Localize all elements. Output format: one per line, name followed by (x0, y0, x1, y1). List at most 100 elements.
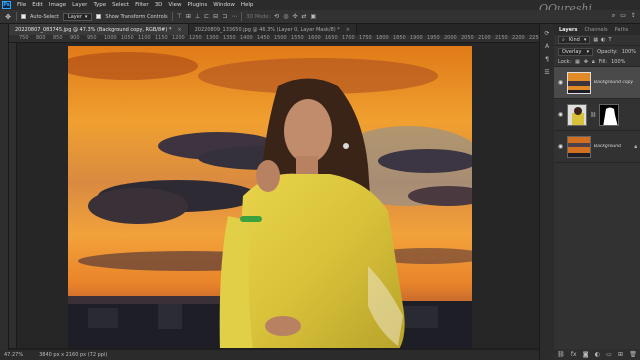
menu-file[interactable]: File (14, 2, 29, 8)
opacity-value[interactable]: 100% (622, 49, 636, 55)
3d-rotate-icon[interactable]: ⟲ (274, 13, 279, 20)
character-icon[interactable]: A (545, 43, 549, 50)
ruler-tick-label: 2250 (529, 35, 539, 41)
ruler-tick-label: 1750 (359, 35, 372, 41)
fill-label: Fill: (598, 58, 608, 65)
ruler-tick-label: 1800 (376, 35, 389, 41)
layer-thumbnail (567, 71, 591, 94)
divider (16, 12, 17, 21)
fx-icon[interactable]: fx (571, 351, 577, 358)
document-tab-inactive[interactable]: 20220809_133650.jpg @ 46.3% (Layer 0, La… (188, 24, 357, 35)
tab-channels[interactable]: Channels (585, 27, 608, 33)
layer-filter-dropdown[interactable]: ⌕ Kind ▾ (558, 36, 591, 44)
menu-type[interactable]: Type (90, 2, 109, 8)
tab-layers[interactable]: Layers (559, 27, 578, 33)
3d-scale-icon[interactable]: ▣ (311, 13, 317, 20)
filter-pixel-icon[interactable]: ▦ (593, 37, 598, 43)
align-middle-icon[interactable]: ⊞ (186, 13, 191, 20)
menu-window[interactable]: Window (210, 2, 238, 8)
align-bottom-icon[interactable]: ⊥ (195, 13, 200, 20)
group-folder-icon[interactable]: ▭ (606, 351, 612, 358)
visibility-eye-icon[interactable]: ◉ (557, 111, 564, 118)
document-image[interactable] (68, 46, 472, 348)
align-top-icon[interactable]: ⊤ (177, 13, 182, 20)
canvas-area[interactable] (17, 43, 539, 348)
tab-paths[interactable]: Paths (615, 27, 629, 33)
horizontal-ruler[interactable]: 750 800 850 900 950 1000 1050 1100 1150 1200 1250 1… (9, 35, 539, 43)
menu-help[interactable]: Help (238, 2, 257, 8)
layer-thumbnail (567, 103, 587, 126)
document-tab-active[interactable]: 20220807_083745.jpg @ 47.3% (Background … (9, 24, 189, 35)
auto-select-target-dropdown[interactable]: Layer ▾ (62, 12, 93, 21)
filter-type-icon[interactable]: T (608, 37, 611, 43)
ruler-tick-label: 1350 (223, 35, 236, 41)
fill-value[interactable]: 100% (611, 59, 625, 65)
lock-pixels-icon[interactable]: ▦ (575, 59, 580, 65)
new-layer-icon[interactable]: ⊞ (618, 351, 623, 358)
menu-view[interactable]: View (165, 2, 184, 8)
ruler-tick-label: 900 (70, 35, 80, 41)
layer-row[interactable]: ◉ ⛓︎ (554, 99, 640, 131)
filter-kind-value: Kind (568, 37, 580, 43)
layer-row[interactable]: ◉ Background copy (554, 67, 640, 99)
history-icon[interactable]: ⟳ (544, 30, 549, 37)
workspace-icon[interactable]: ▭ (620, 12, 626, 20)
add-mask-icon[interactable]: ◙ (583, 351, 589, 358)
layer-row[interactable]: ◉ Background 🔒︎ (554, 131, 640, 163)
chevron-down-icon: ▾ (583, 37, 587, 43)
trash-icon[interactable]: 🗑︎ (629, 351, 637, 358)
align-right-icon[interactable]: ⊐ (222, 13, 227, 20)
auto-select-checkbox[interactable] (21, 14, 26, 19)
chain-link-icon[interactable]: ⛓︎ (590, 112, 596, 118)
visibility-eye-icon[interactable]: ◉ (557, 143, 564, 150)
document-info[interactable]: 3840 px x 2160 px (72 ppi) (39, 352, 107, 358)
filter-adjust-icon[interactable]: ◐ (601, 37, 605, 43)
3d-slide-icon[interactable]: ⇄ (301, 13, 306, 20)
3d-pan-icon[interactable]: ✣ (292, 13, 297, 20)
menu-image[interactable]: Image (46, 2, 69, 8)
link-layers-icon[interactable]: ⛓︎ (557, 351, 565, 358)
blend-mode-value: Overlay (562, 48, 582, 55)
share-icon[interactable]: ⇪ (631, 12, 636, 20)
menu-select[interactable]: Select (109, 2, 132, 8)
3d-roll-icon[interactable]: ◎ (283, 13, 288, 20)
menu-plugins[interactable]: Plugins (184, 2, 210, 8)
chevron-down-icon: ▾ (586, 48, 590, 55)
visibility-eye-icon[interactable]: ◉ (557, 79, 564, 86)
close-icon[interactable]: × (177, 27, 181, 33)
sunset-thumbnail-icon (568, 136, 590, 157)
options-bar: ✥ Auto-Select Layer ▾ Show Transform Con… (0, 10, 640, 24)
menu-filter[interactable]: Filter (132, 2, 152, 8)
close-icon[interactable]: × (346, 27, 350, 33)
paragraph-icon[interactable]: ¶ (545, 56, 549, 63)
ruler-tick-label: 1450 (257, 35, 270, 41)
tools-panel (0, 24, 9, 350)
show-transform-checkbox[interactable] (96, 14, 102, 19)
photoshop-logo-icon[interactable]: Ps (2, 1, 11, 9)
layer-mask-thumbnail[interactable] (599, 103, 620, 126)
layer-thumbnail (567, 135, 591, 158)
move-tool-icon[interactable]: ✥ (4, 13, 12, 21)
layer-name[interactable]: Background copy (594, 80, 633, 85)
adjustment-icon[interactable]: ◐ (595, 351, 600, 358)
ruler-tick-label: 1850 (393, 35, 406, 41)
opacity-label: Opacity: (597, 48, 618, 55)
layer-name[interactable]: Background (594, 144, 621, 149)
search-icon[interactable]: ⌕ (612, 12, 615, 20)
menu-edit[interactable]: Edit (29, 2, 46, 8)
lock-all-icon[interactable]: 🔒︎ (592, 59, 595, 65)
layers-panel-footer: ⛓︎ fx ◙ ◐ ▭ ⊞ 🗑︎ (554, 349, 640, 360)
divider (171, 12, 173, 21)
distribute-icon[interactable]: ⋯ (231, 13, 237, 20)
lock-position-icon[interactable]: ✥ (584, 59, 588, 65)
align-left-icon[interactable]: ⊏ (204, 13, 209, 20)
vertical-ruler[interactable] (9, 43, 17, 348)
menu-3d[interactable]: 3D (152, 2, 166, 8)
ruler-tick-label: 1700 (342, 35, 355, 41)
align-center-icon[interactable]: ⊟ (213, 13, 218, 20)
menu-layer[interactable]: Layer (69, 2, 90, 8)
blend-mode-dropdown[interactable]: Overlay ▾ (558, 47, 594, 56)
properties-icon[interactable]: ☰ (544, 69, 549, 76)
zoom-level[interactable]: 47.27% (4, 352, 23, 358)
menu-bar: Ps File Edit Image Layer Type Select Fil… (0, 0, 640, 15)
